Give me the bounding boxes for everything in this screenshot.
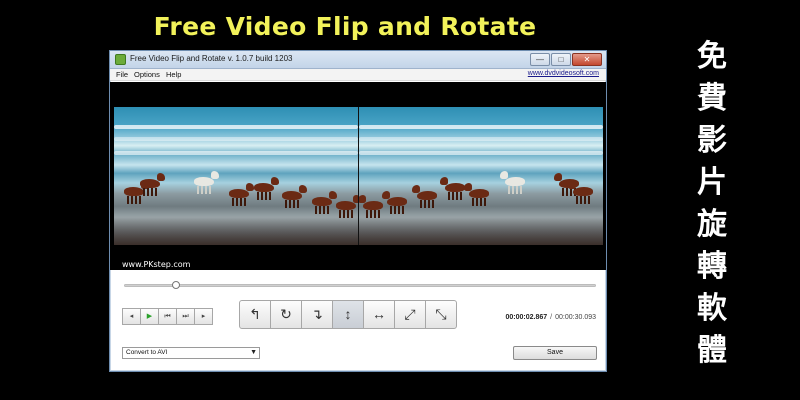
transport-controls: ◂ ▶ ⏮ ⏭ ▸	[122, 308, 213, 325]
minimize-button[interactable]: —	[530, 53, 550, 66]
page: Free Video Flip and Rotate 免 費 影 片 旋 轉 軟…	[0, 0, 800, 400]
promo-char: 軟	[697, 291, 727, 326]
promo-char: 費	[697, 81, 727, 116]
promo-char: 體	[697, 333, 727, 368]
rotate-180-button[interactable]: ↴	[301, 300, 333, 329]
promo-char: 影	[697, 123, 727, 158]
seek-handle[interactable]	[171, 281, 180, 289]
menu-help[interactable]: Help	[166, 70, 181, 79]
transpose-button[interactable]: ⤢	[394, 300, 426, 329]
app-icon	[115, 54, 126, 65]
rotate-toolbar: ↰ ↻ ↴ ↕ ↔ ⤢ ⤡	[239, 300, 457, 329]
promo-char: 旋	[697, 207, 727, 242]
promo-char: 免	[697, 39, 727, 74]
next-button[interactable]: ⏭	[176, 308, 195, 325]
flip-horizontal-button[interactable]: ↔	[363, 300, 395, 329]
flip-vertical-button[interactable]: ↕	[332, 300, 364, 329]
current-time: 00:00:02.867	[505, 314, 548, 321]
transverse-button[interactable]: ⤡	[425, 300, 457, 329]
watermark-text: www.PKstep.com	[122, 260, 191, 269]
window-controls: — □ ✕	[529, 53, 602, 66]
time-separator: /	[550, 314, 553, 321]
promo-char: 轉	[697, 249, 727, 284]
video-preview: www.PKstep.com	[110, 82, 606, 270]
step-back-button[interactable]: ◂	[122, 308, 141, 325]
total-time: 00:00:30.093	[555, 314, 596, 321]
promo-vertical-text: 免 費 影 片 旋 轉 軟 體	[694, 36, 730, 372]
output-format-value: Convert to AVI	[126, 349, 168, 356]
video-frame-original	[114, 107, 358, 245]
promo-char: 片	[697, 165, 727, 200]
app-window: Free Video Flip and Rotate v. 1.0.7 buil…	[109, 50, 607, 372]
menu-bar: File Options Help www.dvdvideosoft.com	[110, 69, 606, 81]
time-display: 00:00:02.867/00:00:30.093	[506, 314, 596, 321]
promo-title: Free Video Flip and Rotate	[153, 12, 537, 41]
website-link[interactable]: www.dvdvideosoft.com	[528, 70, 599, 77]
previous-button[interactable]: ⏮	[158, 308, 177, 325]
seek-bar[interactable]	[124, 284, 596, 287]
menu-options[interactable]: Options	[134, 70, 160, 79]
rotate-left-button[interactable]: ↰	[239, 300, 271, 329]
step-forward-button[interactable]: ▸	[194, 308, 213, 325]
close-button[interactable]: ✕	[572, 53, 602, 66]
output-format-select[interactable]: Convert to AVI ▼	[122, 347, 260, 359]
maximize-button[interactable]: □	[551, 53, 571, 66]
menu-file[interactable]: File	[116, 70, 128, 79]
window-title: Free Video Flip and Rotate v. 1.0.7 buil…	[130, 54, 293, 63]
title-bar[interactable]: Free Video Flip and Rotate v. 1.0.7 buil…	[110, 51, 606, 69]
chevron-down-icon: ▼	[250, 349, 257, 356]
video-frame-flipped	[359, 107, 603, 245]
rotate-right-button[interactable]: ↻	[270, 300, 302, 329]
save-button[interactable]: Save	[513, 346, 597, 360]
play-button[interactable]: ▶	[140, 308, 159, 325]
